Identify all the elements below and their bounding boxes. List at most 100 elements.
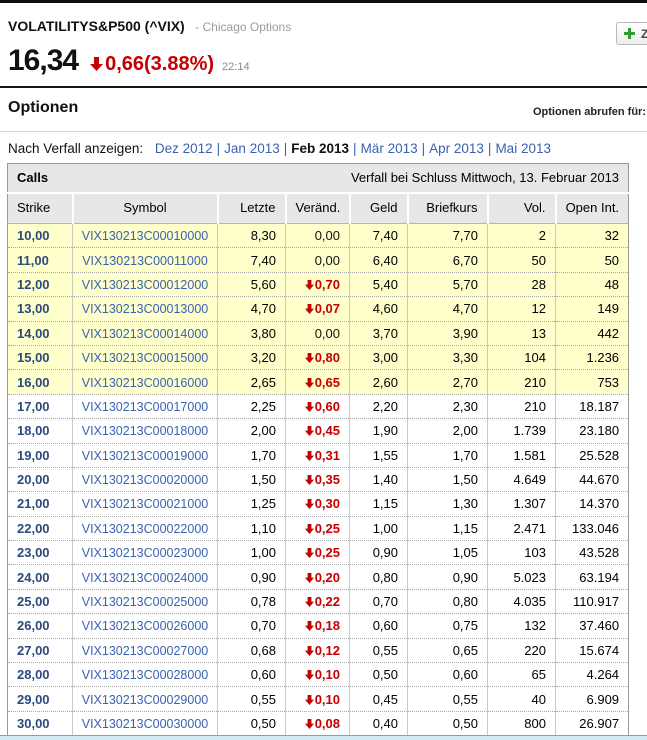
- symbol-link[interactable]: VIX130213C00029000: [82, 693, 209, 707]
- symbol-link[interactable]: VIX130213C00018000: [82, 424, 209, 438]
- bid-cell: 5,40: [350, 272, 408, 296]
- symbol-link[interactable]: VIX130213C00026000: [82, 619, 209, 633]
- change-cell: 0,12: [286, 638, 350, 662]
- symbol-link[interactable]: VIX130213C00021000: [82, 497, 209, 511]
- volume-cell: 220: [488, 638, 556, 662]
- strike-cell: 24,00: [8, 565, 73, 589]
- quote-title-line: VOLATILITYS&P500 (^VIX) - Chicago Option…: [8, 18, 291, 36]
- symbol-link[interactable]: VIX130213C00014000: [82, 327, 209, 341]
- symbol-link[interactable]: VIX130213C00017000: [82, 400, 209, 414]
- volume-cell: 104: [488, 345, 556, 369]
- change-cell: 0,20: [286, 565, 350, 589]
- table-row: 12,00 VIX130213C00012000 5,60 0,70 5,40 …: [8, 272, 629, 296]
- bid-cell: 4,60: [350, 297, 408, 321]
- symbol-link[interactable]: VIX130213C00011000: [82, 254, 208, 268]
- symbol-link[interactable]: VIX130213C00030000: [82, 717, 209, 731]
- open-interest-cell: 26.907: [556, 711, 629, 735]
- symbol-link[interactable]: VIX130213C00015000: [82, 351, 209, 365]
- symbol-link[interactable]: VIX130213C00020000: [82, 473, 209, 487]
- nav-separator: |: [213, 141, 225, 156]
- down-arrow-icon: [305, 644, 314, 659]
- open-interest-cell: 18.187: [556, 394, 629, 418]
- table-row: 26,00 VIX130213C00026000 0,70 0,18 0,60 …: [8, 614, 629, 638]
- last-price-cell: 2,65: [218, 370, 286, 394]
- symbol-link[interactable]: VIX130213C00024000: [82, 571, 209, 585]
- symbol-link[interactable]: VIX130213C00012000: [82, 278, 209, 292]
- ask-cell: 0,55: [408, 687, 488, 711]
- symbol-link[interactable]: VIX130213C00028000: [82, 668, 209, 682]
- strike-cell: 15,00: [8, 345, 73, 369]
- table-row: 22,00 VIX130213C00022000 1,10 0,25 1,00 …: [8, 516, 629, 540]
- symbol-link[interactable]: VIX130213C00019000: [82, 449, 209, 463]
- nav-separator: |: [418, 141, 430, 156]
- down-arrow-icon: [305, 400, 314, 415]
- expiry-month-link[interactable]: Dez 2012: [155, 141, 213, 156]
- change-cell: 0,25: [286, 516, 350, 540]
- down-arrow-icon: [305, 351, 314, 366]
- ask-cell: 0,65: [408, 638, 488, 662]
- table-row: 11,00 VIX130213C00011000 7,40 0,00 6,40 …: [8, 248, 629, 272]
- table-row: 27,00 VIX130213C00027000 0,68 0,12 0,55 …: [8, 638, 629, 662]
- section-divider: [0, 131, 647, 132]
- ask-cell: 2,70: [408, 370, 488, 394]
- symbol-link[interactable]: VIX130213C00023000: [82, 546, 209, 560]
- table-row: 30,00 VIX130213C00030000 0,50 0,08 0,40 …: [8, 711, 629, 735]
- add-to-portfolio-button[interactable]: Z: [616, 22, 647, 45]
- change-cell: 0,30: [286, 492, 350, 516]
- volume-cell: 210: [488, 394, 556, 418]
- down-arrow-icon: [305, 424, 314, 439]
- ask-cell: 1,30: [408, 492, 488, 516]
- strike-cell: 25,00: [8, 589, 73, 613]
- expiry-note: Verfall bei Schluss Mittwoch, 13. Februa…: [351, 170, 619, 185]
- ask-cell: 1,15: [408, 516, 488, 540]
- expiry-nav: Nach Verfall anzeigen: Dez 2012|Jan 2013…: [8, 141, 551, 156]
- ask-cell: 3,90: [408, 321, 488, 345]
- bid-cell: 0,40: [350, 711, 408, 735]
- quote-exchange: - Chicago Options: [195, 20, 291, 34]
- expiry-month-selected: Feb 2013: [291, 141, 349, 156]
- last-price-cell: 0,78: [218, 589, 286, 613]
- symbol-link[interactable]: VIX130213C00010000: [82, 229, 209, 243]
- table-row: 15,00 VIX130213C00015000 3,20 0,80 3,00 …: [8, 345, 629, 369]
- table-row: 10,00 VIX130213C00010000 8,30 0,00 7,40 …: [8, 224, 629, 248]
- symbol-link[interactable]: VIX130213C00016000: [82, 376, 209, 390]
- expiry-month-link[interactable]: Jan 2013: [224, 141, 280, 156]
- change-cell: 0,70: [286, 272, 350, 296]
- open-interest-cell: 14.370: [556, 492, 629, 516]
- symbol-link[interactable]: VIX130213C00027000: [82, 644, 209, 658]
- symbol-link[interactable]: VIX130213C00013000: [82, 302, 209, 316]
- open-interest-cell: 4.264: [556, 663, 629, 687]
- bid-cell: 0,70: [350, 589, 408, 613]
- bid-cell: 3,00: [350, 345, 408, 369]
- strike-cell: 18,00: [8, 419, 73, 443]
- table-row: 13,00 VIX130213C00013000 4,70 0,07 4,60 …: [8, 297, 629, 321]
- strike-cell: 29,00: [8, 687, 73, 711]
- bid-cell: 1,00: [350, 516, 408, 540]
- open-interest-cell: 37.460: [556, 614, 629, 638]
- change-cell: 0,10: [286, 687, 350, 711]
- volume-cell: 800: [488, 711, 556, 735]
- ask-cell: 5,70: [408, 272, 488, 296]
- bid-cell: 7,40: [350, 224, 408, 248]
- ask-cell: 0,60: [408, 663, 488, 687]
- expiry-month-link[interactable]: Apr 2013: [429, 141, 484, 156]
- bid-cell: 3,70: [350, 321, 408, 345]
- down-arrow-icon: [305, 619, 314, 634]
- volume-cell: 28: [488, 272, 556, 296]
- nav-separator: |: [484, 141, 496, 156]
- last-price-cell: 5,60: [218, 272, 286, 296]
- symbol-link[interactable]: VIX130213C00025000: [82, 595, 209, 609]
- last-price-cell: 0,70: [218, 614, 286, 638]
- change-cell: 0,80: [286, 345, 350, 369]
- page-title: Optionen: [8, 99, 78, 117]
- down-arrow-icon: [305, 571, 314, 586]
- expiry-month-link[interactable]: Mai 2013: [495, 141, 551, 156]
- open-interest-cell: 25.528: [556, 443, 629, 467]
- expiry-month-link[interactable]: Mär 2013: [361, 141, 418, 156]
- column-header: Veränd.: [286, 193, 350, 224]
- change-cell: 0,00: [286, 321, 350, 345]
- symbol-link[interactable]: VIX130213C00022000: [82, 522, 209, 536]
- header-divider: [0, 86, 647, 88]
- quote-change-percent: (3.88%): [144, 53, 214, 76]
- bid-cell: 2,20: [350, 394, 408, 418]
